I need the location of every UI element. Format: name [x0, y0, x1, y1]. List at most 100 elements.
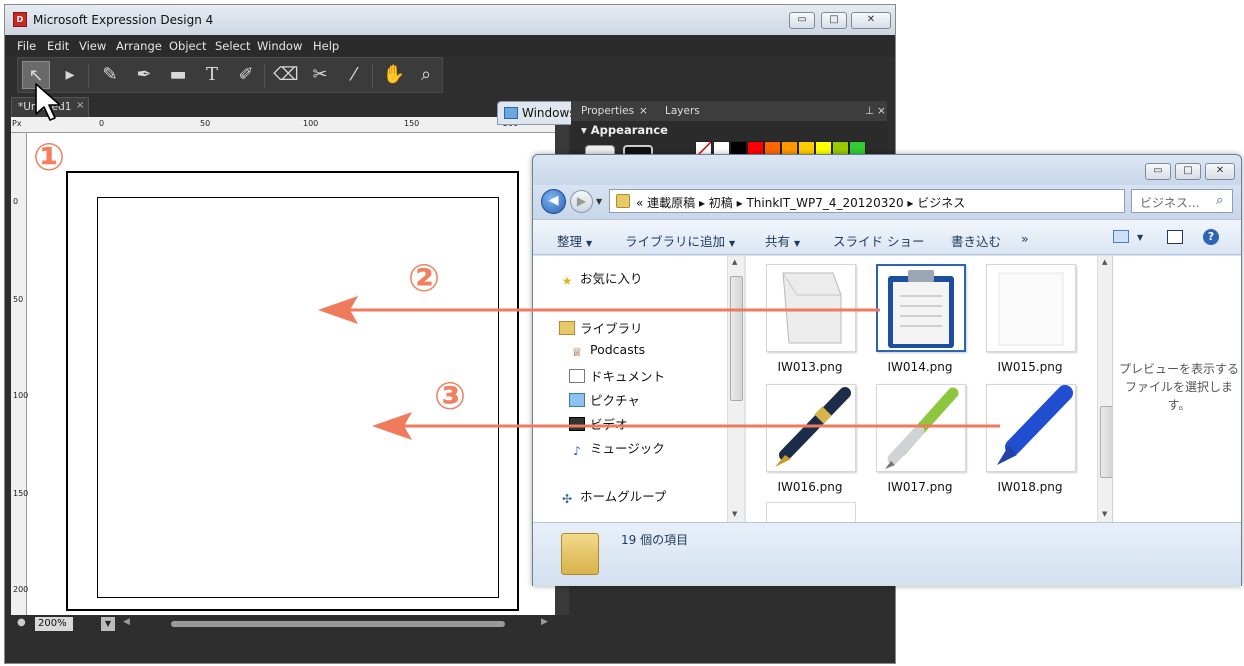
- nav-videos[interactable]: ビデオ: [569, 414, 628, 433]
- tab-properties-close-icon[interactable]: ×: [639, 105, 648, 117]
- preview-pane-icon[interactable]: [1167, 230, 1183, 244]
- mouse-cursor-icon: [35, 83, 61, 121]
- panel-close-icon[interactable]: ×: [877, 105, 886, 117]
- nav-favorites[interactable]: ★ お気に入り: [559, 268, 643, 288]
- view-options-icon[interactable]: [1113, 230, 1129, 243]
- command-bar: 整理 ▼ ライブラリに追加 ▼ 共有 ▼ スライド ショー 書き込む » ▼ ?: [533, 219, 1241, 255]
- nav-homegroup[interactable]: ✣ ホームグループ: [559, 486, 666, 506]
- scroll-right-icon[interactable]: ▶: [541, 617, 548, 627]
- file-item[interactable]: IW013.png: [756, 258, 864, 376]
- cmd-share[interactable]: 共有 ▼: [765, 231, 800, 250]
- cmd-add-to-library[interactable]: ライブラリに追加 ▼: [625, 231, 735, 250]
- zoom-tool-icon[interactable]: ⌕: [412, 61, 440, 89]
- nav-pictures[interactable]: ピクチャ: [569, 390, 640, 409]
- scroll-up-icon[interactable]: ▲: [732, 258, 737, 266]
- pin-icon[interactable]: ⊥: [865, 105, 874, 117]
- minimize-button[interactable]: ▭: [789, 12, 815, 29]
- cmd-more[interactable]: »: [1021, 231, 1029, 246]
- toolbox: ↖ ▸ ✎ ✒ ▬ T ✐ ⌫ ✂ ⁄ ✋ ⌕: [17, 57, 443, 93]
- scissors-tool-icon[interactable]: ✂: [306, 61, 334, 89]
- address-bar[interactable]: « 連載原稿 ▸ 初稿 ▸ ThinkIT_WP7_4_20120320 ▸ ビ…: [609, 189, 1196, 213]
- file-item[interactable]: IW017.png: [866, 378, 974, 496]
- zoom-level-field[interactable]: 200%: [35, 617, 73, 631]
- picture-icon: [569, 393, 585, 407]
- menu-file[interactable]: File: [17, 39, 36, 53]
- breadcrumb[interactable]: « 連載原稿 ▸ 初稿 ▸ ThinkIT_WP7_4_20120320 ▸ ビ…: [636, 194, 965, 211]
- rectangle-tool-icon[interactable]: ▬: [164, 61, 192, 89]
- toolbar-divider: [88, 64, 89, 88]
- zoom-dropdown-icon[interactable]: ▼: [101, 617, 115, 631]
- cmd-burn[interactable]: 書き込む: [951, 231, 1001, 250]
- file-item[interactable]: IW016.png: [756, 378, 864, 496]
- cmd-slideshow[interactable]: スライド ショー: [833, 231, 924, 250]
- pen-tool-icon[interactable]: ✒: [130, 61, 158, 89]
- menu-select[interactable]: Select: [215, 39, 250, 53]
- paintbrush-tool-icon[interactable]: ✎: [96, 61, 124, 89]
- explorer-maximize-button[interactable]: □: [1175, 163, 1201, 180]
- scroll-left-icon[interactable]: ◀: [123, 617, 130, 627]
- menu-view[interactable]: View: [79, 39, 106, 53]
- navigation-pane: ★ お気に入り ライブラリ ♕ Podcasts ドキュメント ピクチャ ビデオ ♪…: [533, 256, 744, 522]
- help-icon[interactable]: ?: [1203, 229, 1219, 245]
- horizontal-scrollbar-thumb[interactable]: [171, 621, 505, 627]
- panel-tabs: Properties × Layers ⊥ ×: [571, 101, 887, 121]
- eraser-tool-icon[interactable]: ⌫: [272, 61, 300, 89]
- nav-libraries[interactable]: ライブラリ: [559, 318, 643, 337]
- menu-window[interactable]: Window: [257, 39, 302, 53]
- preview-message: プレビューを表示するファイルを選択します。: [1119, 362, 1240, 412]
- file-thumbnail: [876, 384, 966, 472]
- status-bar: ● 200% ▼ ◀ ▶: [11, 615, 555, 633]
- ruler-tick: 0: [13, 197, 19, 206]
- file-name: IW017.png: [887, 480, 953, 494]
- search-input[interactable]: ビジネス... ⌕: [1131, 189, 1233, 213]
- menu-edit[interactable]: Edit: [47, 39, 69, 53]
- menu-arrange[interactable]: Arrange: [116, 39, 162, 53]
- eyedropper-tool-icon[interactable]: ⁄: [340, 61, 368, 89]
- nav-documents[interactable]: ドキュメント: [569, 366, 665, 385]
- podcast-icon: ♕: [571, 345, 583, 359]
- nav-documents-label: ドキュメント: [590, 369, 666, 384]
- text-tool-icon[interactable]: T: [198, 61, 226, 89]
- scroll-up-icon[interactable]: ▲: [1102, 258, 1107, 266]
- file-thumbnail: [766, 384, 856, 472]
- tab-layers[interactable]: Layers: [665, 105, 700, 117]
- partial-file-thumbnail[interactable]: [766, 502, 856, 522]
- menu-help[interactable]: Help: [313, 39, 339, 53]
- nav-scrollbar[interactable]: ▲ ▼: [727, 256, 744, 522]
- ruler-tick: 150: [13, 489, 29, 498]
- tab-properties[interactable]: Properties: [581, 105, 634, 117]
- music-icon: ♪: [573, 444, 581, 458]
- file-item[interactable]: IW014.png: [866, 258, 974, 376]
- forward-button[interactable]: ▶: [570, 190, 593, 213]
- maximize-button[interactable]: □: [821, 12, 847, 29]
- file-item[interactable]: IW015.png: [976, 258, 1084, 376]
- scroll-down-icon[interactable]: ▼: [732, 510, 737, 518]
- scroll-down-icon[interactable]: ▼: [1102, 510, 1107, 518]
- cmd-organize[interactable]: 整理 ▼: [557, 231, 592, 250]
- file-item[interactable]: IW018.png: [976, 378, 1084, 496]
- pan-tool-icon[interactable]: ✋: [380, 61, 408, 89]
- b-spline-tool-icon[interactable]: ✐: [232, 61, 260, 89]
- explorer-close-button[interactable]: ✕: [1205, 163, 1235, 180]
- nav-music[interactable]: ♪ ミュージック: [569, 438, 665, 458]
- annotation-2: ②: [408, 256, 441, 300]
- explorer-window: ▭ □ ✕ ◀ ▶ ▼ « 連載原稿 ▸ 初稿 ▸ ThinkIT_WP7_4_…: [532, 154, 1242, 586]
- annotation-1: ①: [33, 135, 66, 179]
- history-dropdown-icon[interactable]: ▼: [596, 197, 602, 206]
- explorer-minimize-button[interactable]: ▭: [1145, 163, 1171, 180]
- folder-icon: [616, 194, 630, 208]
- close-button[interactable]: ✕: [851, 12, 891, 29]
- menu-object[interactable]: Object: [169, 39, 206, 53]
- ruler-tick: 100: [303, 119, 319, 128]
- nav-podcasts-label: Podcasts: [590, 342, 646, 357]
- search-icon[interactable]: ⌕: [1216, 193, 1223, 208]
- drawing-canvas[interactable]: Px 0 50 100 150 200 0 50 100 150 200 ①: [11, 117, 555, 615]
- view-dropdown-icon[interactable]: ▼: [1137, 233, 1143, 242]
- ballpoint-pen-icon: [885, 387, 959, 469]
- back-button[interactable]: ◀: [541, 189, 566, 214]
- ghost-window-label: Windows: [522, 106, 576, 120]
- document-tab-close-icon[interactable]: ×: [76, 100, 84, 111]
- nav-scrollbar-thumb[interactable]: [730, 276, 743, 401]
- ruler-tick: 50: [13, 295, 24, 304]
- nav-podcasts[interactable]: ♕ Podcasts: [569, 342, 646, 359]
